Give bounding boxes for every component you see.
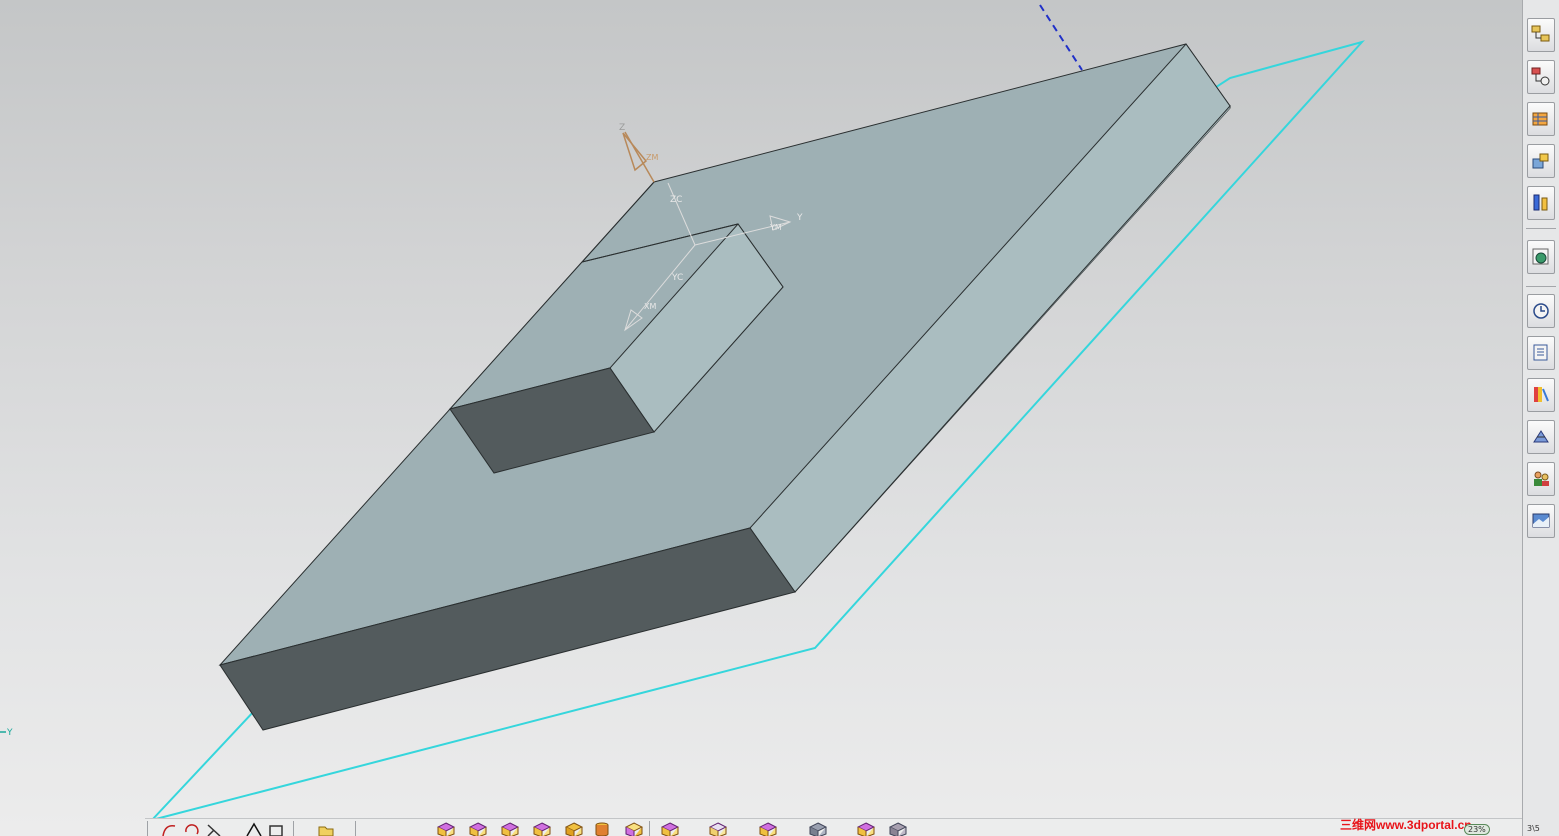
history-button[interactable] <box>1527 294 1555 328</box>
zm-label: ZM <box>646 153 658 162</box>
process-studio-icon <box>1533 430 1549 443</box>
system-materials-icon <box>1533 344 1548 361</box>
resource-bar-separator <box>1526 228 1556 229</box>
circle-arc-icon[interactable] <box>183 822 201 836</box>
datum-axis <box>1039 4 1083 71</box>
view-bottom-icon[interactable] <box>625 822 643 836</box>
reuse-library-icon <box>1532 153 1549 169</box>
system-materials-button[interactable] <box>1527 336 1555 370</box>
toolbar-separator <box>649 821 650 836</box>
toolbar-separator <box>355 821 356 836</box>
corner-y-label: Y <box>6 728 13 738</box>
view-back-icon[interactable] <box>533 822 551 836</box>
constraint-navigator-button[interactable] <box>1527 60 1555 94</box>
studio-display-icon[interactable] <box>809 822 827 836</box>
web-browser-icon <box>1532 248 1549 265</box>
zoom-level: 23% <box>1464 824 1490 835</box>
user-roles-button[interactable] <box>1527 462 1555 496</box>
static-wireframe-icon[interactable] <box>857 822 875 836</box>
bottom-toolbar <box>145 818 1522 836</box>
shaded-icon[interactable] <box>661 822 679 836</box>
system-scenes-icon <box>1532 513 1550 528</box>
hd3d-tools-button[interactable] <box>1527 186 1555 220</box>
text-tool-icon[interactable] <box>245 822 263 836</box>
xm-label: XM <box>644 302 656 311</box>
system-scenes-button[interactable] <box>1527 504 1555 538</box>
view-top-icon[interactable] <box>437 822 455 836</box>
corner-status: 3\5 <box>1527 824 1540 833</box>
view-right-icon[interactable] <box>501 822 519 836</box>
watermark: 三维网www.3dportal.cn <box>1340 818 1472 832</box>
reuse-library-button[interactable] <box>1527 144 1555 178</box>
toolbar-separator <box>293 821 294 836</box>
resource-bar <box>1522 0 1559 836</box>
process-studio-button[interactable] <box>1527 420 1555 454</box>
cylinder-icon[interactable] <box>593 822 611 836</box>
web-browser-button[interactable] <box>1527 240 1555 274</box>
assembly-navigator-button[interactable] <box>1527 18 1555 52</box>
y-label: Y <box>796 213 803 223</box>
view-isometric-icon[interactable] <box>565 822 583 836</box>
yc-label: YC <box>671 273 683 283</box>
model-scene: ZC YC Y YM XM Z ZM Y <box>0 4 1366 822</box>
nx-cad-window: ZC YC Y YM XM Z ZM Y 三维网www.3dportal.cn … <box>0 0 1559 836</box>
toolbar-grip <box>147 821 148 836</box>
hidden-edges-icon[interactable] <box>759 822 777 836</box>
z-label: Z <box>619 123 625 133</box>
history-icon <box>1533 303 1549 319</box>
ym-label: YM <box>769 223 782 232</box>
roles-palette-button[interactable] <box>1527 378 1555 412</box>
view-front-icon[interactable] <box>469 822 487 836</box>
face-analysis-icon[interactable] <box>889 822 907 836</box>
part-navigator-button[interactable] <box>1527 102 1555 136</box>
assembly-navigator-icon <box>1531 25 1550 42</box>
trim-icon[interactable] <box>205 822 223 836</box>
constraint-navigator-icon <box>1531 67 1550 86</box>
resource-bar-separator <box>1526 286 1556 287</box>
user-roles-icon <box>1534 471 1549 486</box>
wireframe-icon[interactable] <box>709 822 727 836</box>
arc-icon[interactable] <box>161 822 179 836</box>
part-navigator-icon <box>1532 112 1548 126</box>
rectangle-icon[interactable] <box>267 822 285 836</box>
hd3d-tools-icon <box>1533 194 1548 211</box>
roles-palette-icon <box>1534 387 1549 402</box>
graphics-viewport[interactable]: ZC YC Y YM XM Z ZM Y <box>0 0 1522 836</box>
folder-icon[interactable] <box>317 822 335 836</box>
zc-label: ZC <box>670 195 682 205</box>
